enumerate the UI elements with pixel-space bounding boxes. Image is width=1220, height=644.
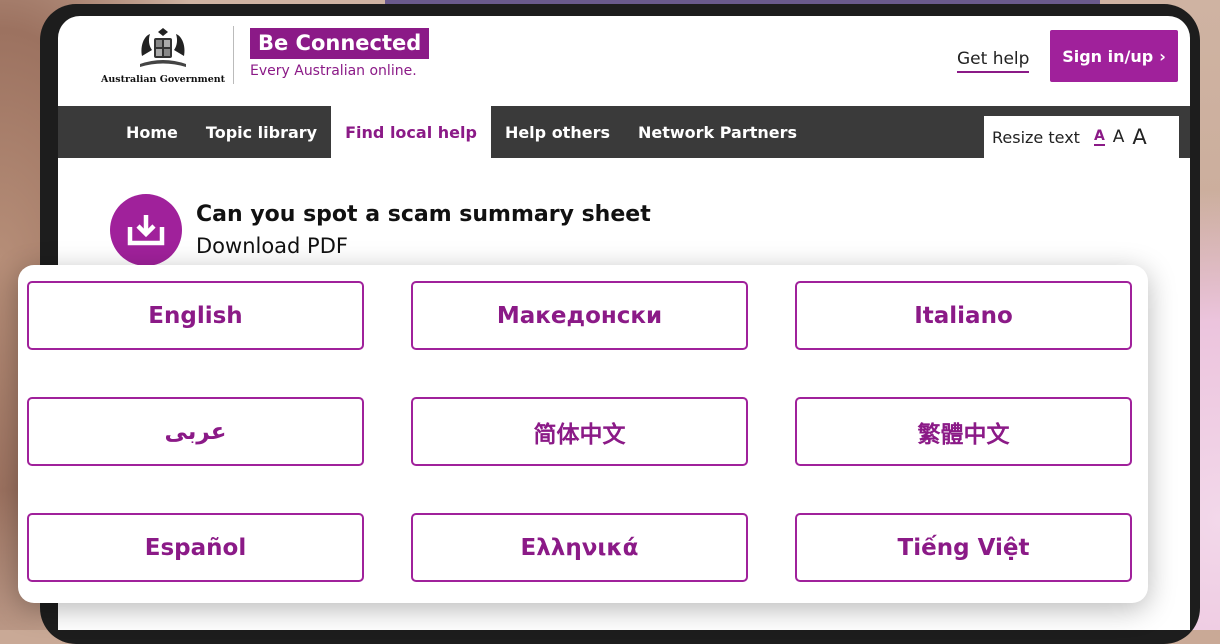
language-button-vietnamese[interactable]: Tiếng Việt — [795, 513, 1132, 582]
nav-item-network-partners[interactable]: Network Partners — [624, 106, 811, 158]
government-logo[interactable]: Australian Government — [101, 26, 225, 96]
language-selector-panel: English Македонски Italiano عربى 简体中文 繁體… — [18, 265, 1148, 603]
nav-item-topic-library[interactable]: Topic library — [192, 106, 331, 158]
nav-item-home[interactable]: Home — [112, 106, 192, 158]
download-pdf-link[interactable]: Download PDF — [196, 234, 348, 258]
resize-text-control: Resize text A A A — [984, 116, 1179, 158]
brand-tagline: Every Australian online. — [250, 63, 417, 79]
language-button-spanish[interactable]: Español — [27, 513, 364, 582]
text-size-medium-button[interactable]: A — [1113, 127, 1125, 147]
resize-text-label: Resize text — [992, 127, 1080, 147]
brand-name: Be Connected — [250, 28, 430, 59]
nav-item-help-others[interactable]: Help others — [491, 106, 624, 158]
language-button-italian[interactable]: Italiano — [795, 281, 1132, 350]
language-button-traditional-chinese[interactable]: 繁體中文 — [795, 397, 1132, 466]
chevron-right-icon: › — [1159, 46, 1166, 66]
download-title: Can you spot a scam summary sheet — [196, 202, 651, 227]
text-size-large-button[interactable]: A — [1132, 125, 1146, 149]
government-label: Australian Government — [100, 74, 226, 85]
download-icon[interactable] — [110, 194, 182, 266]
download-tray-icon — [127, 215, 165, 246]
sign-in-button[interactable]: Sign in/up › — [1050, 30, 1178, 82]
be-connected-logo[interactable]: Be Connected Every Australian online. — [250, 28, 430, 79]
sign-in-label: Sign in/up — [1062, 46, 1154, 66]
get-help-link[interactable]: Get help — [957, 49, 1030, 73]
language-button-simplified-chinese[interactable]: 简体中文 — [411, 397, 748, 466]
language-button-english[interactable]: English — [27, 281, 364, 350]
language-button-macedonian[interactable]: Македонски — [411, 281, 748, 350]
header-divider — [233, 26, 234, 84]
nav-item-find-local-help[interactable]: Find local help — [331, 106, 491, 158]
site-header: Australian Government Be Connected Every… — [58, 16, 1190, 106]
coat-of-arms-icon — [140, 28, 186, 67]
text-size-small-button[interactable]: A — [1093, 128, 1105, 146]
language-button-greek[interactable]: Ελληνικά — [411, 513, 748, 582]
language-button-arabic[interactable]: عربى — [27, 397, 364, 466]
